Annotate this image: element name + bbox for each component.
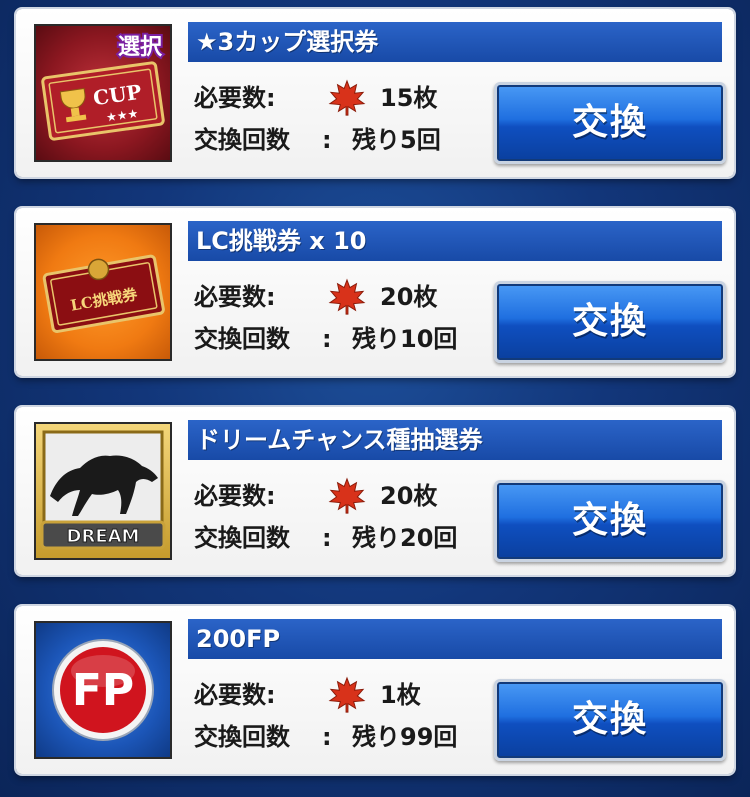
- maple-leaf-icon: [328, 79, 366, 116]
- exchange-button[interactable]: 交換: [494, 480, 726, 562]
- remaining-value: 残り20回: [352, 524, 458, 552]
- exchange-button[interactable]: 交換: [494, 82, 726, 164]
- colon: :: [322, 723, 332, 751]
- maple-leaf-icon: [328, 676, 366, 713]
- remaining-value: 残り99回: [352, 723, 458, 751]
- dream-ticket-icon: DREAM: [40, 430, 166, 550]
- cup-ticket-icon: CUP ★★★ 選択: [41, 32, 165, 141]
- exchange-list: CUP ★★★ 選択 ★3カップ選択券 必要数: 15枚 交換回数 : 残り5回…: [0, 0, 750, 797]
- fp-icon: FP: [52, 639, 154, 741]
- maple-leaf-icon: [328, 477, 366, 514]
- cost-label: 必要数:: [194, 681, 276, 709]
- exchange-item: LC挑戦券 LC挑戦券 x 10 必要数: 20枚 交換回数 : 残り10回 交…: [16, 208, 734, 376]
- cost-value: 1枚: [380, 681, 421, 709]
- cost-label: 必要数:: [194, 482, 276, 510]
- cup-ticket-image: CUP ★★★ 選択: [34, 24, 172, 162]
- colon: :: [322, 126, 332, 154]
- count-label: 交換回数: [194, 524, 290, 552]
- maple-leaf-icon: [328, 278, 366, 315]
- exchange-button[interactable]: 交換: [494, 679, 726, 761]
- cost-label: 必要数:: [194, 84, 276, 112]
- count-label: 交換回数: [194, 325, 290, 353]
- item-title: ★3カップ選択券: [188, 22, 722, 62]
- item-title: 200FP: [188, 619, 722, 659]
- item-title: ドリームチャンス種抽選券: [188, 420, 722, 460]
- exchange-item: CUP ★★★ 選択 ★3カップ選択券 必要数: 15枚 交換回数 : 残り5回…: [16, 9, 734, 177]
- fp-image: FP: [34, 621, 172, 759]
- colon: :: [322, 524, 332, 552]
- exchange-item: DREAM ドリームチャンス種抽選券 必要数: 20枚 交換回数 : 残り20回…: [16, 407, 734, 575]
- cost-value: 20枚: [380, 482, 438, 510]
- colon: :: [322, 325, 332, 353]
- count-label: 交換回数: [194, 723, 290, 751]
- fp-text: FP: [72, 665, 134, 716]
- exchange-item: FP 200FP 必要数: 1枚 交換回数 : 残り99回 交換: [16, 606, 734, 774]
- cost-label: 必要数:: [194, 283, 276, 311]
- dream-ticket-image: DREAM: [34, 422, 172, 560]
- item-title: LC挑戦券 x 10: [188, 221, 722, 261]
- dream-text: DREAM: [67, 526, 140, 547]
- remaining-value: 残り10回: [352, 325, 458, 353]
- exchange-button[interactable]: 交換: [494, 281, 726, 363]
- count-label: 交換回数: [194, 126, 290, 154]
- select-badge-text: 選択: [118, 34, 163, 60]
- lc-ticket-image: LC挑戦券: [34, 223, 172, 361]
- remaining-value: 残り5回: [352, 126, 441, 154]
- cost-value: 15枚: [380, 84, 438, 112]
- cost-value: 20枚: [380, 283, 438, 311]
- lc-ticket-icon: LC挑戦券: [42, 254, 165, 333]
